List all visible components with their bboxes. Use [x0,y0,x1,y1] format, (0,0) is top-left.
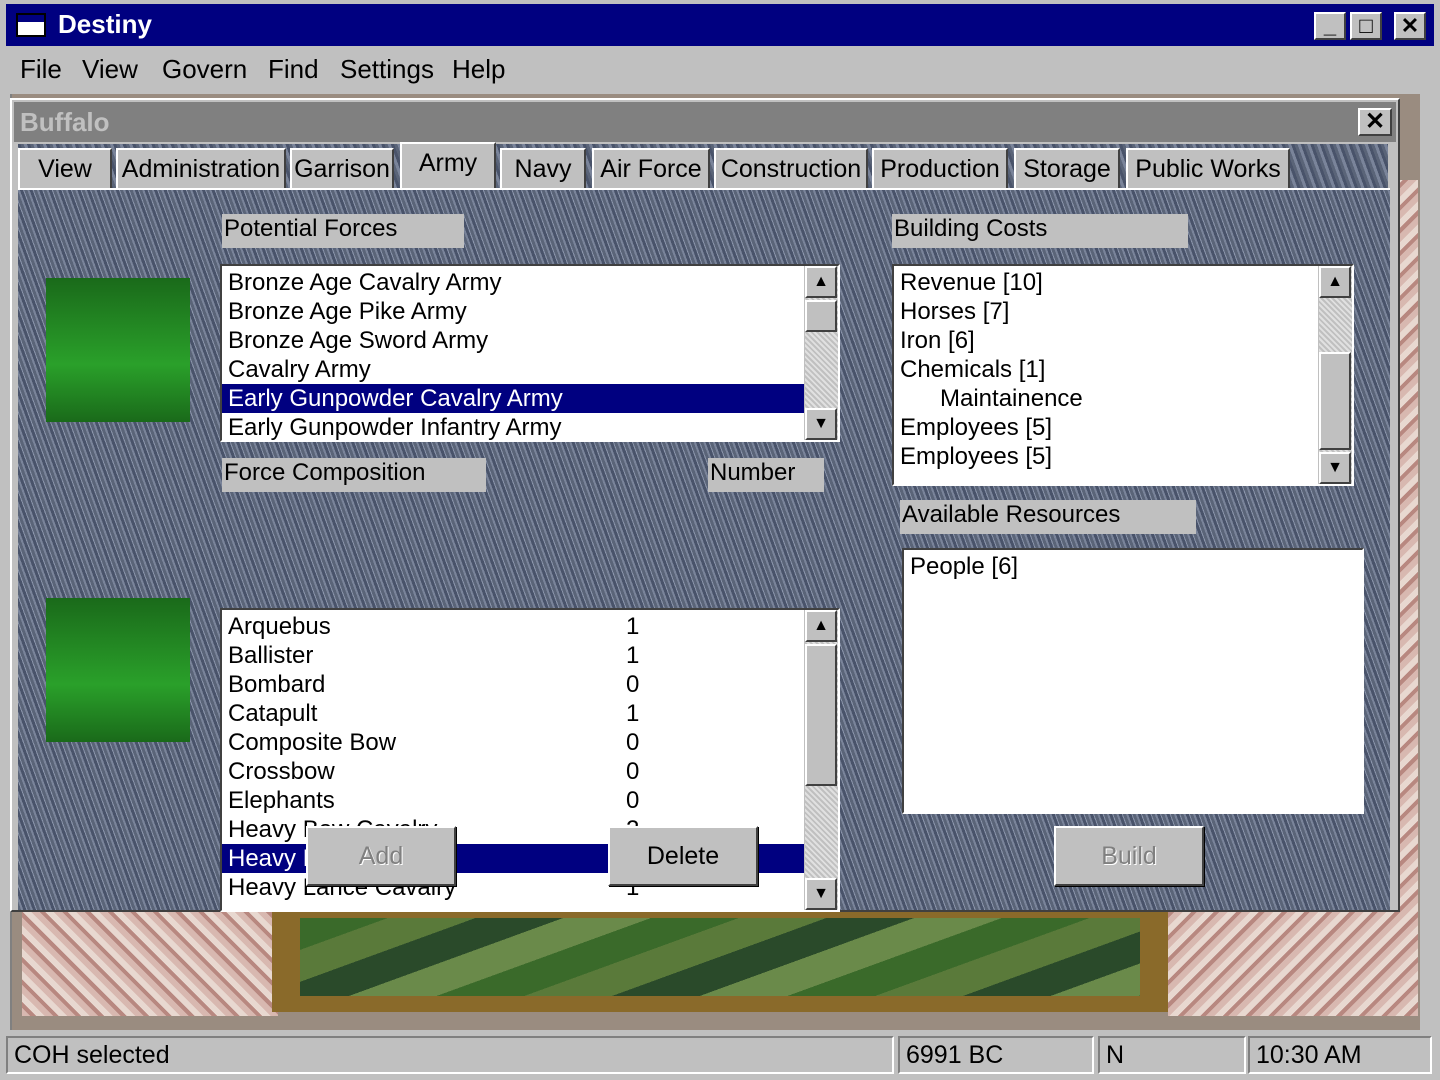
status-time: 10:30 AM [1248,1036,1432,1074]
building-costs-label: Building Costs [892,214,1188,248]
menu-bar: File View Govern Find Settings Help [6,46,1434,94]
scroll-up-arrow-icon[interactable]: ▲ [805,266,837,298]
available-resources-label: Available Resources [900,500,1196,534]
halberdier-unit-portrait [46,598,190,742]
menu-file[interactable]: File [20,54,62,85]
list-item: Horses [7] [900,298,1010,325]
add-button[interactable]: Add [306,826,456,886]
menu-find[interactable]: Find [268,54,319,85]
menu-help[interactable]: Help [452,54,505,85]
list-item[interactable]: Bronze Age Pike Army [222,297,804,326]
cavalry-unit-portrait [46,278,190,422]
build-button[interactable]: Build [1054,826,1204,886]
minimize-button[interactable]: _ [1314,12,1346,40]
scroll-thumb[interactable] [805,644,837,786]
map-view[interactable] [300,918,1140,996]
tab-construction[interactable]: Construction [714,148,868,190]
unit-name: Crossbow [228,758,335,785]
unit-name: Catapult [228,700,318,727]
unit-count: 1 [626,613,640,640]
unit-name: Ballister [228,642,314,669]
unit-count: 0 [626,729,640,756]
tab-garrison[interactable]: Garrison [290,148,394,190]
scroll-up-arrow-icon[interactable]: ▲ [1319,266,1351,298]
status-mode: N [1098,1036,1246,1074]
force-composition-label: Force Composition [222,458,486,492]
app-title-bar: Destiny _ □ ✕ [6,4,1434,46]
available-resources-list[interactable]: People [6] [902,548,1364,814]
tab-view[interactable]: View [18,148,112,190]
unit-name: Bombard [228,671,326,698]
scroll-down-arrow-icon[interactable]: ▼ [805,878,837,910]
table-row[interactable]: Elephants 0 [222,786,804,815]
list-item[interactable]: Early Gunpowder Infantry Army [222,413,804,440]
unit-count: 0 [626,787,640,814]
number-column-label: Number [708,458,824,492]
list-item[interactable]: Bronze Age Cavalry Army [222,268,804,297]
potential-forces-list[interactable]: Bronze Age Cavalry Army Bronze Age Pike … [220,264,840,442]
table-row[interactable]: Ballister 1 [222,641,804,670]
city-window-close-button[interactable]: ✕ [1358,108,1392,136]
unit-count: 0 [626,758,640,785]
tab-air-force[interactable]: Air Force [592,148,710,190]
tab-production[interactable]: Production [872,148,1008,190]
list-item-selected[interactable]: Early Gunpowder Cavalry Army [222,384,804,413]
list-item: People [6] [910,553,1019,580]
unit-count: 1 [626,642,640,669]
scroll-thumb[interactable] [1319,352,1351,450]
tab-navy[interactable]: Navy [500,148,586,190]
delete-button[interactable]: Delete [608,826,758,886]
available-resources-items: People [6] [904,552,1360,581]
scroll-down-arrow-icon[interactable]: ▼ [805,408,837,440]
table-row[interactable]: Composite Bow 0 [222,728,804,757]
building-costs-list[interactable]: Revenue [10] Horses [7] Iron [6] Chemica… [892,264,1354,486]
unit-count: 1 [626,700,640,727]
scroll-up-arrow-icon[interactable]: ▲ [805,610,837,642]
city-window: Buffalo ✕ View Administration Garrison A… [10,98,1400,912]
table-row[interactable]: Bombard 0 [222,670,804,699]
menu-view[interactable]: View [82,54,138,85]
unit-name: Composite Bow [228,729,397,756]
app-window-icon[interactable] [16,13,46,37]
building-costs-scrollbar[interactable]: ▲ ▼ [1318,266,1352,484]
status-message: COH selected [6,1036,894,1074]
list-item: Employees [5] [900,414,1053,441]
table-row[interactable]: Arquebus 1 [222,612,804,641]
tab-army[interactable]: Army [400,142,496,190]
menu-govern[interactable]: Govern [162,54,247,85]
potential-forces-items: Bronze Age Cavalry Army Bronze Age Pike … [222,268,804,440]
scroll-down-arrow-icon[interactable]: ▼ [1319,452,1351,484]
status-bar: COH selected 6991 BC N 10:30 AM [0,1030,1440,1080]
force-composition-scrollbar[interactable]: ▲ ▼ [804,610,838,910]
potential-forces-label: Potential Forces [222,214,464,248]
list-item[interactable]: Bronze Age Sword Army [222,326,804,355]
table-row[interactable]: Crossbow 0 [222,757,804,786]
tab-public-works[interactable]: Public Works [1126,148,1290,190]
list-item: Maintainence [940,385,1083,412]
list-item[interactable]: Cavalry Army [222,355,804,384]
tab-administration[interactable]: Administration [116,148,286,190]
tab-storage[interactable]: Storage [1014,148,1120,190]
app-title: Destiny [58,9,152,39]
city-name: Buffalo [20,107,110,137]
list-item: Revenue [10] [900,269,1043,296]
list-item: Iron [6] [900,327,975,354]
potential-forces-scrollbar[interactable]: ▲ ▼ [804,266,838,440]
unit-count: 0 [626,671,640,698]
maximize-button[interactable]: □ [1350,12,1382,40]
table-row[interactable]: Catapult 1 [222,699,804,728]
building-costs-items: Revenue [10] Horses [7] Iron [6] Chemica… [894,268,1316,471]
unit-name: Elephants [228,787,335,814]
menu-settings[interactable]: Settings [340,54,434,85]
terrain-left [22,912,278,1016]
army-tab-panel: Potential Forces Bronze Age Cavalry Army… [18,188,1390,912]
city-window-title-bar: Buffalo ✕ [14,102,1396,142]
scroll-thumb[interactable] [805,300,837,332]
status-year: 6991 BC [898,1036,1094,1074]
close-button[interactable]: ✕ [1394,12,1426,40]
list-item: Employees [5] [900,443,1053,470]
unit-name: Arquebus [228,613,331,640]
list-item: Chemicals [1] [900,356,1046,383]
